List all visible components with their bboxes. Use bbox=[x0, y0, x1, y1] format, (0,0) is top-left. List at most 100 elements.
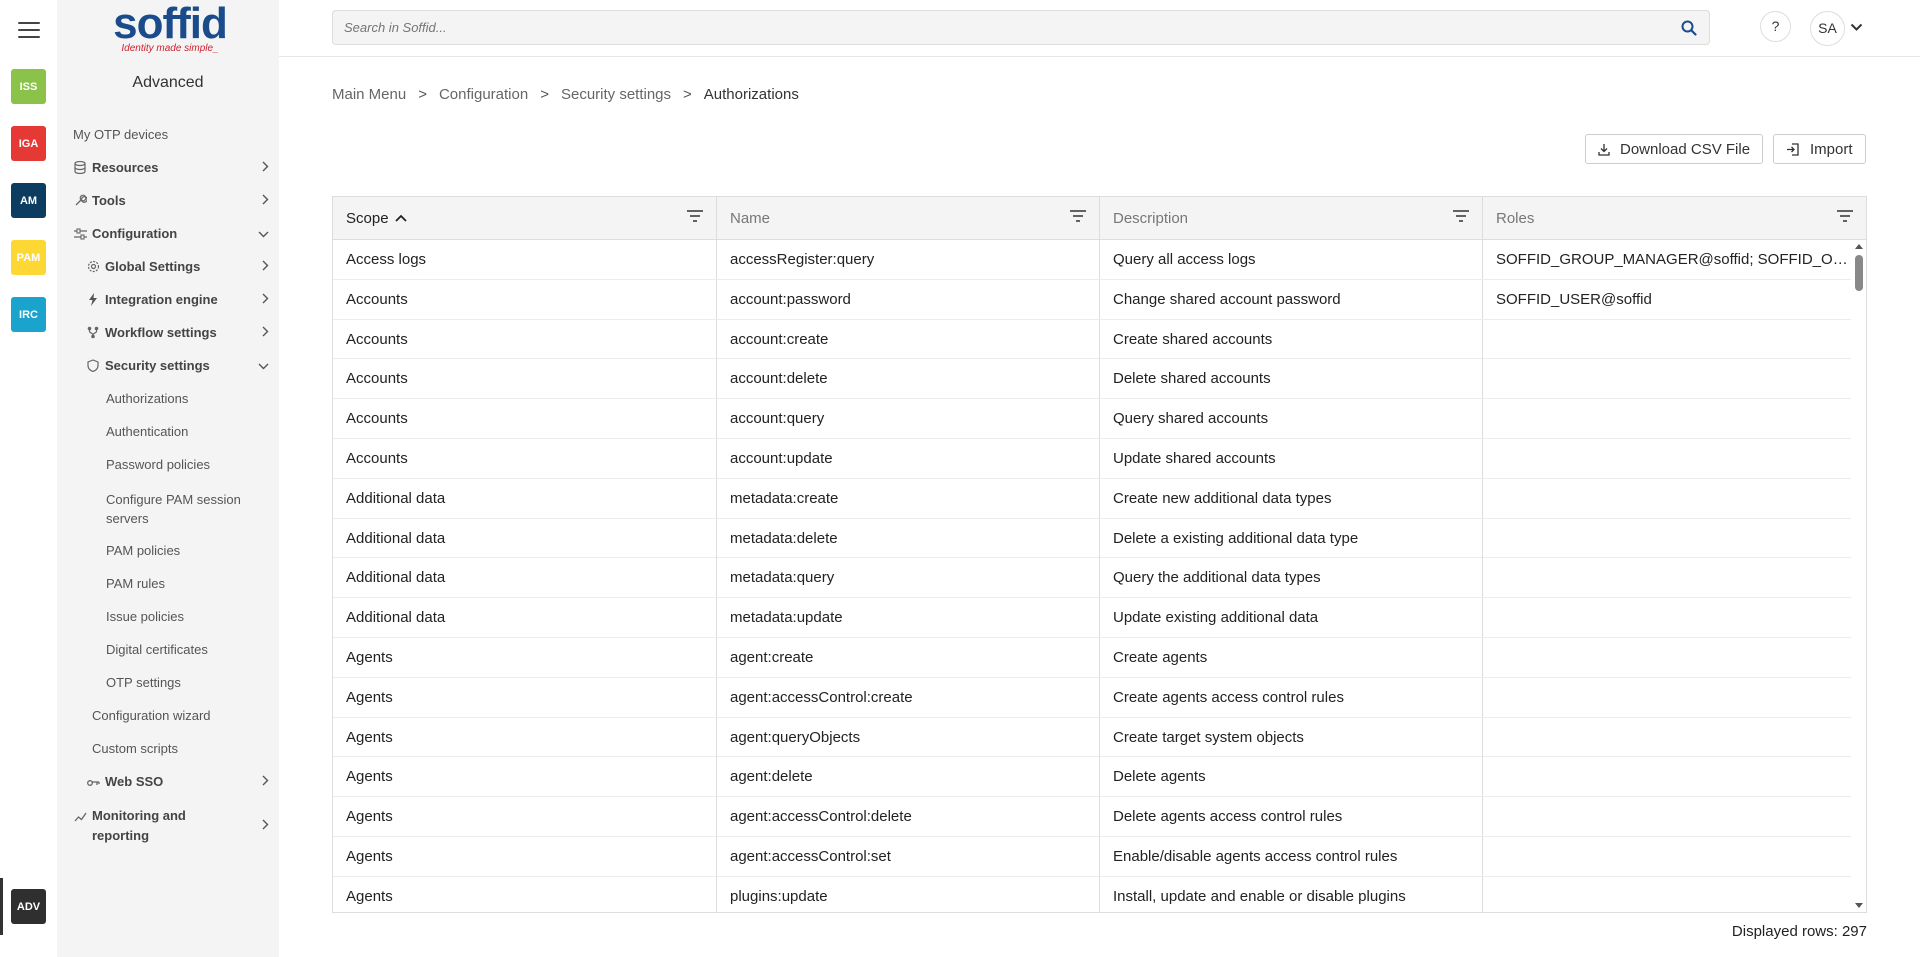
cell-scope: Accounts bbox=[333, 399, 717, 439]
download-csv-label: Download CSV File bbox=[1620, 140, 1751, 158]
cell-description: Create target system objects bbox=[1100, 717, 1483, 757]
sidebar-item-label: Issue policies bbox=[106, 609, 185, 624]
cell-scope: Additional data bbox=[333, 598, 717, 638]
sidebar-item-workflow-settings[interactable]: Workflow settings bbox=[86, 325, 279, 340]
column-header-label: Name bbox=[730, 209, 771, 227]
sidebar-item-tools[interactable]: Tools bbox=[73, 193, 279, 208]
table-row[interactable]: Agents plugins:update Install, update and … bbox=[333, 876, 1851, 912]
user-avatar[interactable]: SA bbox=[1810, 11, 1845, 46]
cell-name: agent:accessControl:delete bbox=[717, 797, 1100, 837]
sidebar-item-pam-policies[interactable]: PAM policies bbox=[106, 543, 180, 558]
sidebar-item-label: Tools bbox=[92, 193, 126, 208]
cell-description: Delete agents access control rules bbox=[1100, 797, 1483, 837]
hamburger-menu-icon[interactable] bbox=[18, 22, 40, 38]
breadcrumb-separator: > bbox=[683, 86, 692, 103]
column-header-description[interactable]: Description bbox=[1100, 197, 1483, 239]
column-header-scope[interactable]: Scope bbox=[333, 197, 717, 239]
app-button-iga[interactable]: IGA bbox=[11, 126, 46, 161]
sidebar-item-label: Digital certificates bbox=[106, 642, 208, 657]
sidebar-item-issue-policies[interactable]: Issue policies bbox=[106, 609, 184, 624]
table-scrollbar[interactable] bbox=[1852, 240, 1866, 912]
table-row[interactable]: Agents agent:queryObjects Create target sy… bbox=[333, 717, 1851, 758]
table-row[interactable]: Agents agent:accessControl:set Enable/disa… bbox=[333, 836, 1851, 877]
chevron-down-icon[interactable] bbox=[1850, 19, 1863, 37]
sidebar-item-authorizations[interactable]: Authorizations bbox=[106, 391, 188, 406]
table-row[interactable]: Additional data metadata:delete Delete a e… bbox=[333, 518, 1851, 559]
cell-roles bbox=[1483, 877, 1851, 912]
sidebar-item-resources[interactable]: Resources bbox=[73, 160, 279, 175]
sidebar-item-security-settings[interactable]: Security settings bbox=[86, 358, 279, 373]
sidebar-item-authentication[interactable]: Authentication bbox=[106, 424, 188, 439]
table-row[interactable]: Agents agent:create Create agents bbox=[333, 637, 1851, 678]
table-row[interactable]: Accounts account:create Create shared acco… bbox=[333, 319, 1851, 360]
sidebar-item-password-policies[interactable]: Password policies bbox=[106, 457, 210, 472]
sidebar-item-monitoring-and-reporting[interactable]: Monitoring and reporting bbox=[73, 806, 279, 846]
column-header-roles[interactable]: Roles bbox=[1483, 197, 1866, 239]
cell-roles bbox=[1483, 359, 1851, 398]
cell-description: Create agents access control rules bbox=[1100, 677, 1483, 717]
sidebar-item-label: Authentication bbox=[106, 424, 189, 439]
filter-icon[interactable] bbox=[1070, 209, 1086, 226]
table-row[interactable]: Accounts account:update Update shared acco… bbox=[333, 438, 1851, 479]
sidebar-item-digital-certificates[interactable]: Digital certificates bbox=[106, 642, 208, 657]
search-input[interactable] bbox=[333, 11, 1633, 44]
table-row[interactable]: Access logs accessRegister:query Query all… bbox=[333, 240, 1851, 280]
active-app-indicator: ADV bbox=[0, 878, 57, 935]
cell-roles bbox=[1483, 598, 1851, 637]
table-row[interactable]: Agents agent:delete Delete agents bbox=[333, 757, 1851, 798]
table-row[interactable]: Additional data metadata:query Query the a… bbox=[333, 558, 1851, 599]
import-button[interactable]: Import bbox=[1773, 134, 1866, 164]
app-button-am[interactable]: AM bbox=[11, 183, 46, 218]
filter-icon[interactable] bbox=[687, 209, 703, 226]
scrollbar-thumb[interactable] bbox=[1855, 255, 1863, 291]
table-row[interactable]: Agents agent:accessControl:create Create a… bbox=[333, 677, 1851, 718]
sidebar-item-label: Monitoring and reporting bbox=[92, 808, 186, 843]
sidebar-item-otp-settings[interactable]: OTP settings bbox=[106, 675, 181, 690]
filter-icon[interactable] bbox=[1837, 209, 1853, 226]
sidebar: soffid Identity made simple_ Advanced My… bbox=[57, 0, 279, 957]
app-button-adv[interactable]: ADV bbox=[11, 889, 46, 924]
cell-scope: Agents bbox=[333, 757, 717, 797]
filter-icon[interactable] bbox=[1453, 209, 1469, 226]
breadcrumb-security-settings[interactable]: Security settings bbox=[561, 86, 671, 103]
chevron-right-icon bbox=[262, 161, 269, 175]
table-row[interactable]: Accounts account:delete Delete shared acco… bbox=[333, 359, 1851, 400]
scroll-up-icon[interactable] bbox=[1855, 244, 1863, 249]
sidebar-item-custom-scripts[interactable]: Custom scripts bbox=[92, 741, 178, 756]
sidebar-item-configuration-wizard[interactable]: Configuration wizard bbox=[92, 708, 211, 723]
chevron-right-icon bbox=[262, 194, 269, 208]
sidebar-item-configuration[interactable]: Configuration bbox=[73, 226, 279, 241]
table-row[interactable]: Accounts account:query Query shared accoun… bbox=[333, 399, 1851, 439]
breadcrumb-main-menu[interactable]: Main Menu bbox=[332, 86, 406, 103]
sidebar-item-my-otp-devices[interactable]: My OTP devices bbox=[73, 127, 168, 142]
app-button-pam[interactable]: PAM bbox=[11, 240, 46, 275]
table-row[interactable]: Accounts account:password Change shared ac… bbox=[333, 279, 1851, 320]
table-row[interactable]: Agents agent:accessControl:delete Delete a… bbox=[333, 797, 1851, 837]
breadcrumb-configuration[interactable]: Configuration bbox=[439, 86, 528, 103]
sidebar-item-label: Configuration wizard bbox=[92, 708, 211, 723]
cell-description: Install, update and enable or disable pl… bbox=[1100, 876, 1483, 912]
sidebar-item-integration-engine[interactable]: Integration engine bbox=[86, 292, 279, 307]
table-row[interactable]: Additional data metadata:create Create new… bbox=[333, 478, 1851, 519]
sidebar-item-label: Resources bbox=[92, 160, 159, 175]
app-button-iss[interactable]: ISS bbox=[11, 69, 46, 104]
table-row[interactable]: Additional data metadata:update Update exi… bbox=[333, 598, 1851, 638]
download-csv-button[interactable]: Download CSV File bbox=[1585, 134, 1764, 164]
cell-description: Create agents bbox=[1100, 637, 1483, 677]
cell-roles bbox=[1483, 320, 1851, 359]
app-button-irc[interactable]: IRC bbox=[11, 297, 46, 332]
sidebar-item-label: OTP settings bbox=[106, 675, 181, 690]
cell-roles: SOFFID_GROUP_MANAGER@soffid; SOFFID_OPER… bbox=[1496, 251, 1851, 268]
cell-description: Query shared accounts bbox=[1100, 399, 1483, 439]
search-icon[interactable] bbox=[1681, 20, 1697, 41]
cell-name: agent:delete bbox=[717, 757, 1100, 797]
sidebar-item-global-settings[interactable]: Global Settings bbox=[86, 259, 279, 274]
soffid-logo[interactable]: soffid Identity made simple_ bbox=[105, 2, 235, 57]
column-header-name[interactable]: Name bbox=[717, 197, 1100, 239]
cell-description: Update shared accounts bbox=[1100, 438, 1483, 478]
sidebar-item-configure-pam-session-servers[interactable]: Configure PAM session servers bbox=[106, 490, 256, 528]
help-button[interactable]: ? bbox=[1760, 11, 1791, 42]
scroll-down-icon[interactable] bbox=[1855, 903, 1863, 908]
sidebar-item-pam-rules[interactable]: PAM rules bbox=[106, 576, 165, 591]
sidebar-item-web-sso[interactable]: Web SSO bbox=[86, 774, 279, 789]
